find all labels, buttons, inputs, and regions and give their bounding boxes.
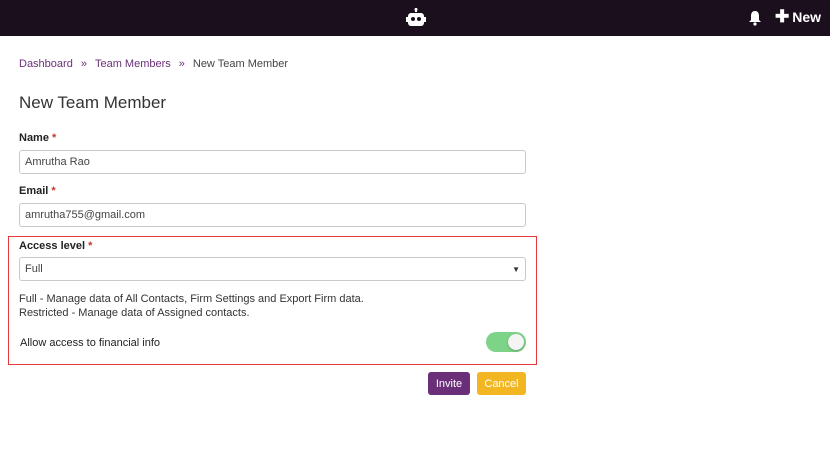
required-mark: * [51,185,56,197]
access-level-label-text: Access level [19,240,86,252]
email-label: Email * [19,185,56,197]
financial-access-toggle[interactable] [486,332,526,352]
breadcrumb-current: New Team Member [192,58,289,70]
page-title: New Team Member [19,93,167,112]
new-button[interactable]: ✚ New [775,7,822,26]
robot-logo-icon[interactable] [406,8,426,28]
name-label-text: Name [19,132,49,144]
name-label: Name * [19,132,56,144]
email-label-text: Email [19,185,49,197]
breadcrumb-separator: » [178,58,185,70]
name-input[interactable] [19,150,526,174]
toggle-knob [508,334,524,350]
bell-icon[interactable] [748,10,762,26]
breadcrumb: Dashboard » Team Members » New Team Member [19,58,288,70]
cancel-button[interactable]: Cancel [477,372,526,395]
access-level-selected: Full [25,263,43,275]
plus-icon: ✚ [775,7,790,26]
financial-access-label: Allow access to financial info [20,337,161,349]
required-mark: * [88,240,93,252]
access-help-restricted: Restricted - Manage data of Assigned con… [19,307,250,319]
access-level-select[interactable]: Full ▼ [19,257,526,281]
breadcrumb-separator: » [80,58,87,70]
access-level-label: Access level * [19,240,92,252]
required-mark: * [51,132,57,144]
caret-down-icon: ▼ [512,264,520,274]
top-navbar: ✚ New [0,0,830,36]
new-button-label: New [792,9,822,25]
invite-button[interactable]: Invite [428,372,470,395]
breadcrumb-dashboard[interactable]: Dashboard [19,58,73,70]
breadcrumb-team-members[interactable]: Team Members [95,58,171,70]
access-help-full: Full - Manage data of All Contacts, Firm… [19,293,364,305]
email-input[interactable] [19,203,526,227]
